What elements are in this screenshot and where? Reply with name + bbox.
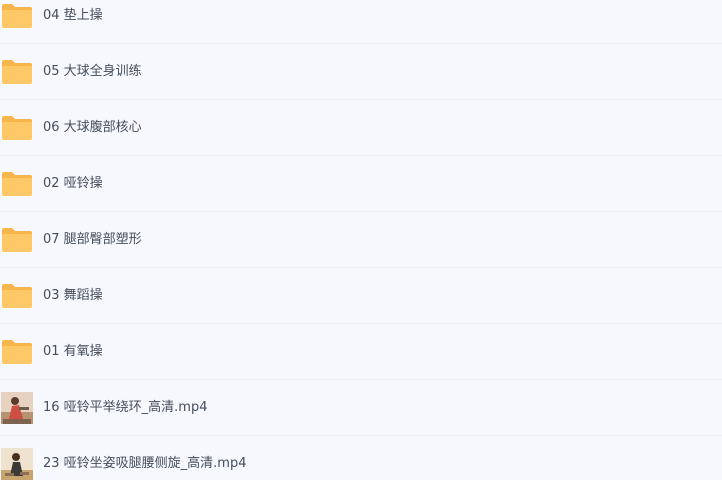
list-item[interactable]: 16 哑铃平举绕环_高清.mp4 (0, 380, 722, 436)
item-name: 02 哑铃操 (43, 176, 103, 191)
folder-icon (1, 227, 33, 253)
video-thumbnail (1, 448, 33, 480)
list-item[interactable]: 01 有氧操 (0, 324, 722, 380)
item-name: 06 大球腹部核心 (43, 120, 142, 135)
folder-icon (1, 59, 33, 85)
list-item[interactable]: 02 哑铃操 (0, 156, 722, 212)
folder-icon (1, 171, 33, 197)
item-name: 16 哑铃平举绕环_高清.mp4 (43, 400, 208, 415)
item-name: 03 舞蹈操 (43, 288, 103, 303)
item-name: 04 垫上操 (43, 8, 103, 23)
list-item[interactable]: 03 舞蹈操 (0, 268, 722, 324)
video-thumbnail (1, 392, 33, 424)
list-item[interactable]: 23 哑铃坐姿吸腿腰侧旋_高清.mp4 (0, 436, 722, 480)
list-item[interactable]: 06 大球腹部核心 (0, 100, 722, 156)
folder-icon (1, 3, 33, 29)
item-name: 07 腿部臀部塑形 (43, 232, 142, 247)
item-name: 05 大球全身训练 (43, 64, 142, 79)
list-item[interactable]: 07 腿部臀部塑形 (0, 212, 722, 268)
list-item[interactable]: 04 垫上操 (0, 0, 722, 44)
file-list: 04 垫上操 05 大球全身训练 06 大球腹部核心 02 哑铃操 07 腿部臀… (0, 0, 722, 480)
list-item[interactable]: 05 大球全身训练 (0, 44, 722, 100)
item-name: 01 有氧操 (43, 344, 103, 359)
item-name: 23 哑铃坐姿吸腿腰侧旋_高清.mp4 (43, 456, 247, 471)
folder-icon (1, 115, 33, 141)
folder-icon (1, 283, 33, 309)
folder-icon (1, 339, 33, 365)
